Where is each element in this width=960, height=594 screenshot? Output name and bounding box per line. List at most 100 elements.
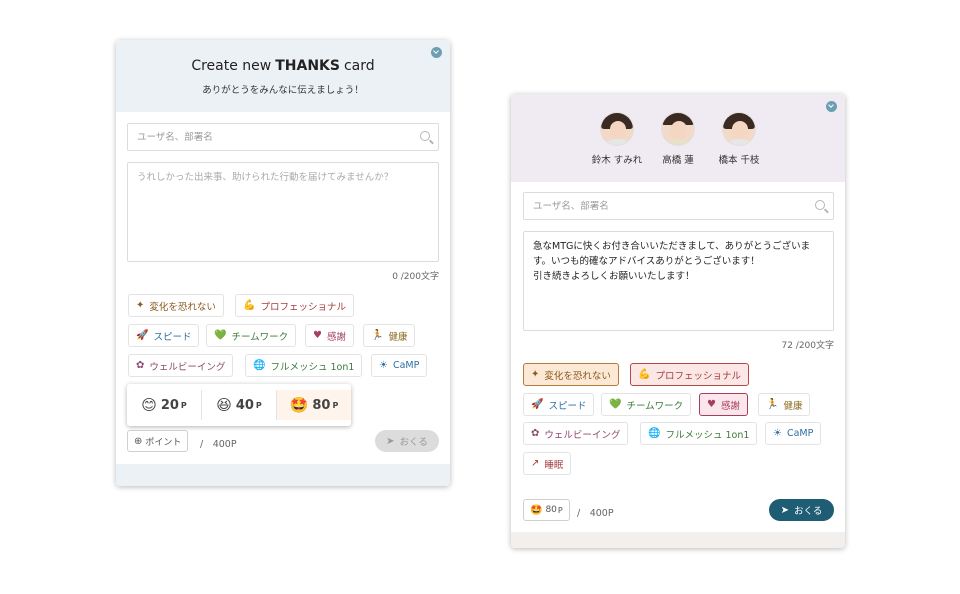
chip-fullmesh[interactable]: 🌐 フルメッシュ 1on1 — [245, 354, 363, 377]
brain-icon: ✿ — [136, 360, 145, 371]
search-icon[interactable] — [815, 200, 825, 210]
rocket-icon: 🚀 — [531, 399, 544, 410]
chip-label: 健康 — [388, 331, 408, 343]
card-subtitle: ありがとうをみんなに伝えましょう！ — [202, 85, 364, 96]
points-value: 20 — [160, 397, 179, 413]
flexed-arm-icon: 💪 — [638, 369, 651, 380]
point-select-button[interactable]: 🤩 80 P — [523, 499, 570, 521]
user-search-field[interactable] — [523, 192, 834, 220]
brain-icon: ✿ — [531, 428, 540, 439]
card-title: Create new THANKS card — [116, 58, 450, 74]
chip-sleep[interactable]: ↗ 睡眠 — [523, 452, 572, 475]
char-counter: 72 /200文字 — [781, 341, 834, 351]
chip-professional[interactable]: 💪 プロフェッショナル — [235, 294, 354, 317]
chip-wellbeing[interactable]: ✿ ウェルビーイング — [523, 422, 629, 445]
recipient-3[interactable]: 橋本 千枝 — [709, 112, 769, 166]
heart-handshake-icon: 💚 — [609, 399, 622, 410]
send-label: おくる — [399, 437, 428, 448]
chip-wellbeing[interactable]: ✿ ウェルビーイング — [128, 354, 234, 377]
star-eyes-face-icon: 🤩 — [530, 504, 543, 516]
sun-icon: ☀ — [773, 428, 782, 439]
flexed-arm-icon: 💪 — [243, 300, 256, 311]
char-counter: 0 /200文字 — [392, 272, 439, 282]
send-arrow-icon: ➤ — [386, 435, 395, 447]
create-thanks-card: Create newTHANKScard ありがとうをみんなに伝えましょう！ 0… — [116, 40, 450, 486]
chip-gratitude[interactable]: ♥ 感謝 — [305, 324, 354, 347]
chip-label: スピード — [548, 400, 587, 412]
chip-change[interactable]: ✦ 変化を恐れない — [523, 363, 619, 386]
user-search-field[interactable] — [127, 123, 439, 151]
chip-gratitude[interactable]: ♥ 感謝 — [699, 393, 748, 416]
chip-camp[interactable]: ☀ CaMP — [765, 422, 822, 445]
chip-label: ウェルビーイング — [544, 429, 621, 441]
point-total: / 400P — [200, 439, 237, 450]
message-input[interactable] — [128, 163, 438, 261]
thanks-card-filled: 鈴木 すみれ 高橋 蓮 橋本 千枝 急なMTGに快くお付き合いいただきまして、あ… — [511, 94, 845, 548]
heart-icon: ♥ — [707, 399, 716, 410]
point-value: 80 — [545, 505, 557, 515]
chip-speed[interactable]: 🚀 スピード — [128, 324, 200, 347]
avatar — [600, 112, 634, 146]
chip-teamwork[interactable]: 💚 チームワーク — [601, 393, 692, 416]
point-select-button[interactable]: ⊕ ポイント — [127, 430, 189, 452]
chip-label: CaMP — [392, 360, 420, 371]
chip-health[interactable]: 🏃 健康 — [363, 324, 416, 347]
points-option-20[interactable]: 😊 20 P — [127, 390, 201, 420]
sparkles-icon: ✦ — [136, 300, 145, 311]
chip-label: プロフェッショナル — [655, 370, 741, 382]
trend-icon: ↗ — [531, 458, 540, 469]
heart-handshake-icon: 💚 — [214, 330, 227, 341]
chip-professional[interactable]: 💪 プロフェッショナル — [630, 363, 749, 386]
recipient-1[interactable]: 鈴木 すみれ — [587, 112, 647, 166]
chip-label: 変化を恐れない — [149, 301, 216, 313]
collapse-chevron-icon[interactable] — [826, 101, 837, 112]
user-search-input[interactable] — [128, 124, 438, 150]
chip-label: フルメッシュ 1on1 — [665, 429, 750, 441]
message-field[interactable]: 急なMTGに快くお付き合いいただきまして、ありがとうございます。いつも的確なアド… — [523, 231, 834, 331]
chip-label: チームワーク — [626, 400, 684, 412]
runner-icon: 🏃 — [766, 399, 779, 410]
send-button[interactable]: ➤ おくる — [769, 499, 834, 521]
title-text-end: card — [343, 58, 375, 74]
search-icon[interactable] — [420, 131, 430, 141]
chip-fullmesh[interactable]: 🌐 フルメッシュ 1on1 — [640, 422, 758, 445]
send-arrow-icon: ➤ — [780, 504, 790, 516]
recipients-header: 鈴木 すみれ 高橋 蓮 橋本 千枝 — [511, 94, 845, 182]
send-label: おくる — [794, 506, 823, 517]
recipient-name: 鈴木 すみれ — [591, 155, 643, 166]
chip-label: 感謝 — [326, 331, 346, 343]
points-value: 40 — [235, 397, 254, 413]
points-picker: 😊 20 P 😆 40 P 🤩 80 P — [127, 384, 351, 426]
chip-health[interactable]: 🏃 健康 — [758, 393, 811, 416]
point-button-label: ポイント — [145, 437, 182, 448]
message-input[interactable]: 急なMTGに快くお付き合いいただきまして、ありがとうございます。いつも的確なアド… — [524, 232, 833, 330]
chip-label: CaMP — [786, 428, 814, 439]
recipient-2[interactable]: 高橋 蓮 — [648, 112, 708, 166]
points-option-80[interactable]: 🤩 80 P — [277, 390, 351, 420]
chip-label: ウェルビーイング — [149, 361, 226, 373]
coin-add-icon: ⊕ — [134, 435, 143, 447]
star-eyes-face-icon: 🤩 — [289, 396, 309, 414]
card-header: Create new THANKS card ありがとうをみんなに伝えましょう！ — [116, 40, 450, 112]
sparkles-icon: ✦ — [531, 369, 540, 380]
title-emphasis: THANKS — [275, 58, 340, 74]
chip-teamwork[interactable]: 💚 チームワーク — [206, 324, 297, 347]
chip-label: フルメッシュ 1on1 — [270, 361, 355, 373]
runner-icon: 🏃 — [371, 330, 384, 341]
recipient-name: 橋本 千枝 — [718, 155, 760, 166]
point-unit: P — [557, 505, 563, 515]
user-search-input[interactable] — [524, 193, 833, 219]
chip-camp[interactable]: ☀ CaMP — [371, 354, 428, 377]
globe-icon: 🌐 — [253, 360, 266, 371]
chip-change[interactable]: ✦ 変化を恐れない — [128, 294, 224, 317]
card-footer — [116, 464, 450, 486]
card-footer — [511, 532, 845, 548]
chip-speed[interactable]: 🚀 スピード — [523, 393, 595, 416]
points-option-40[interactable]: 😆 40 P — [202, 390, 276, 420]
points-unit: P — [255, 400, 262, 410]
collapse-chevron-icon[interactable] — [431, 47, 442, 58]
send-button[interactable]: ➤ おくる — [375, 430, 439, 452]
message-field[interactable] — [127, 162, 439, 262]
recipient-name: 高橋 蓮 — [662, 155, 694, 166]
chip-label: 睡眠 — [544, 459, 564, 471]
